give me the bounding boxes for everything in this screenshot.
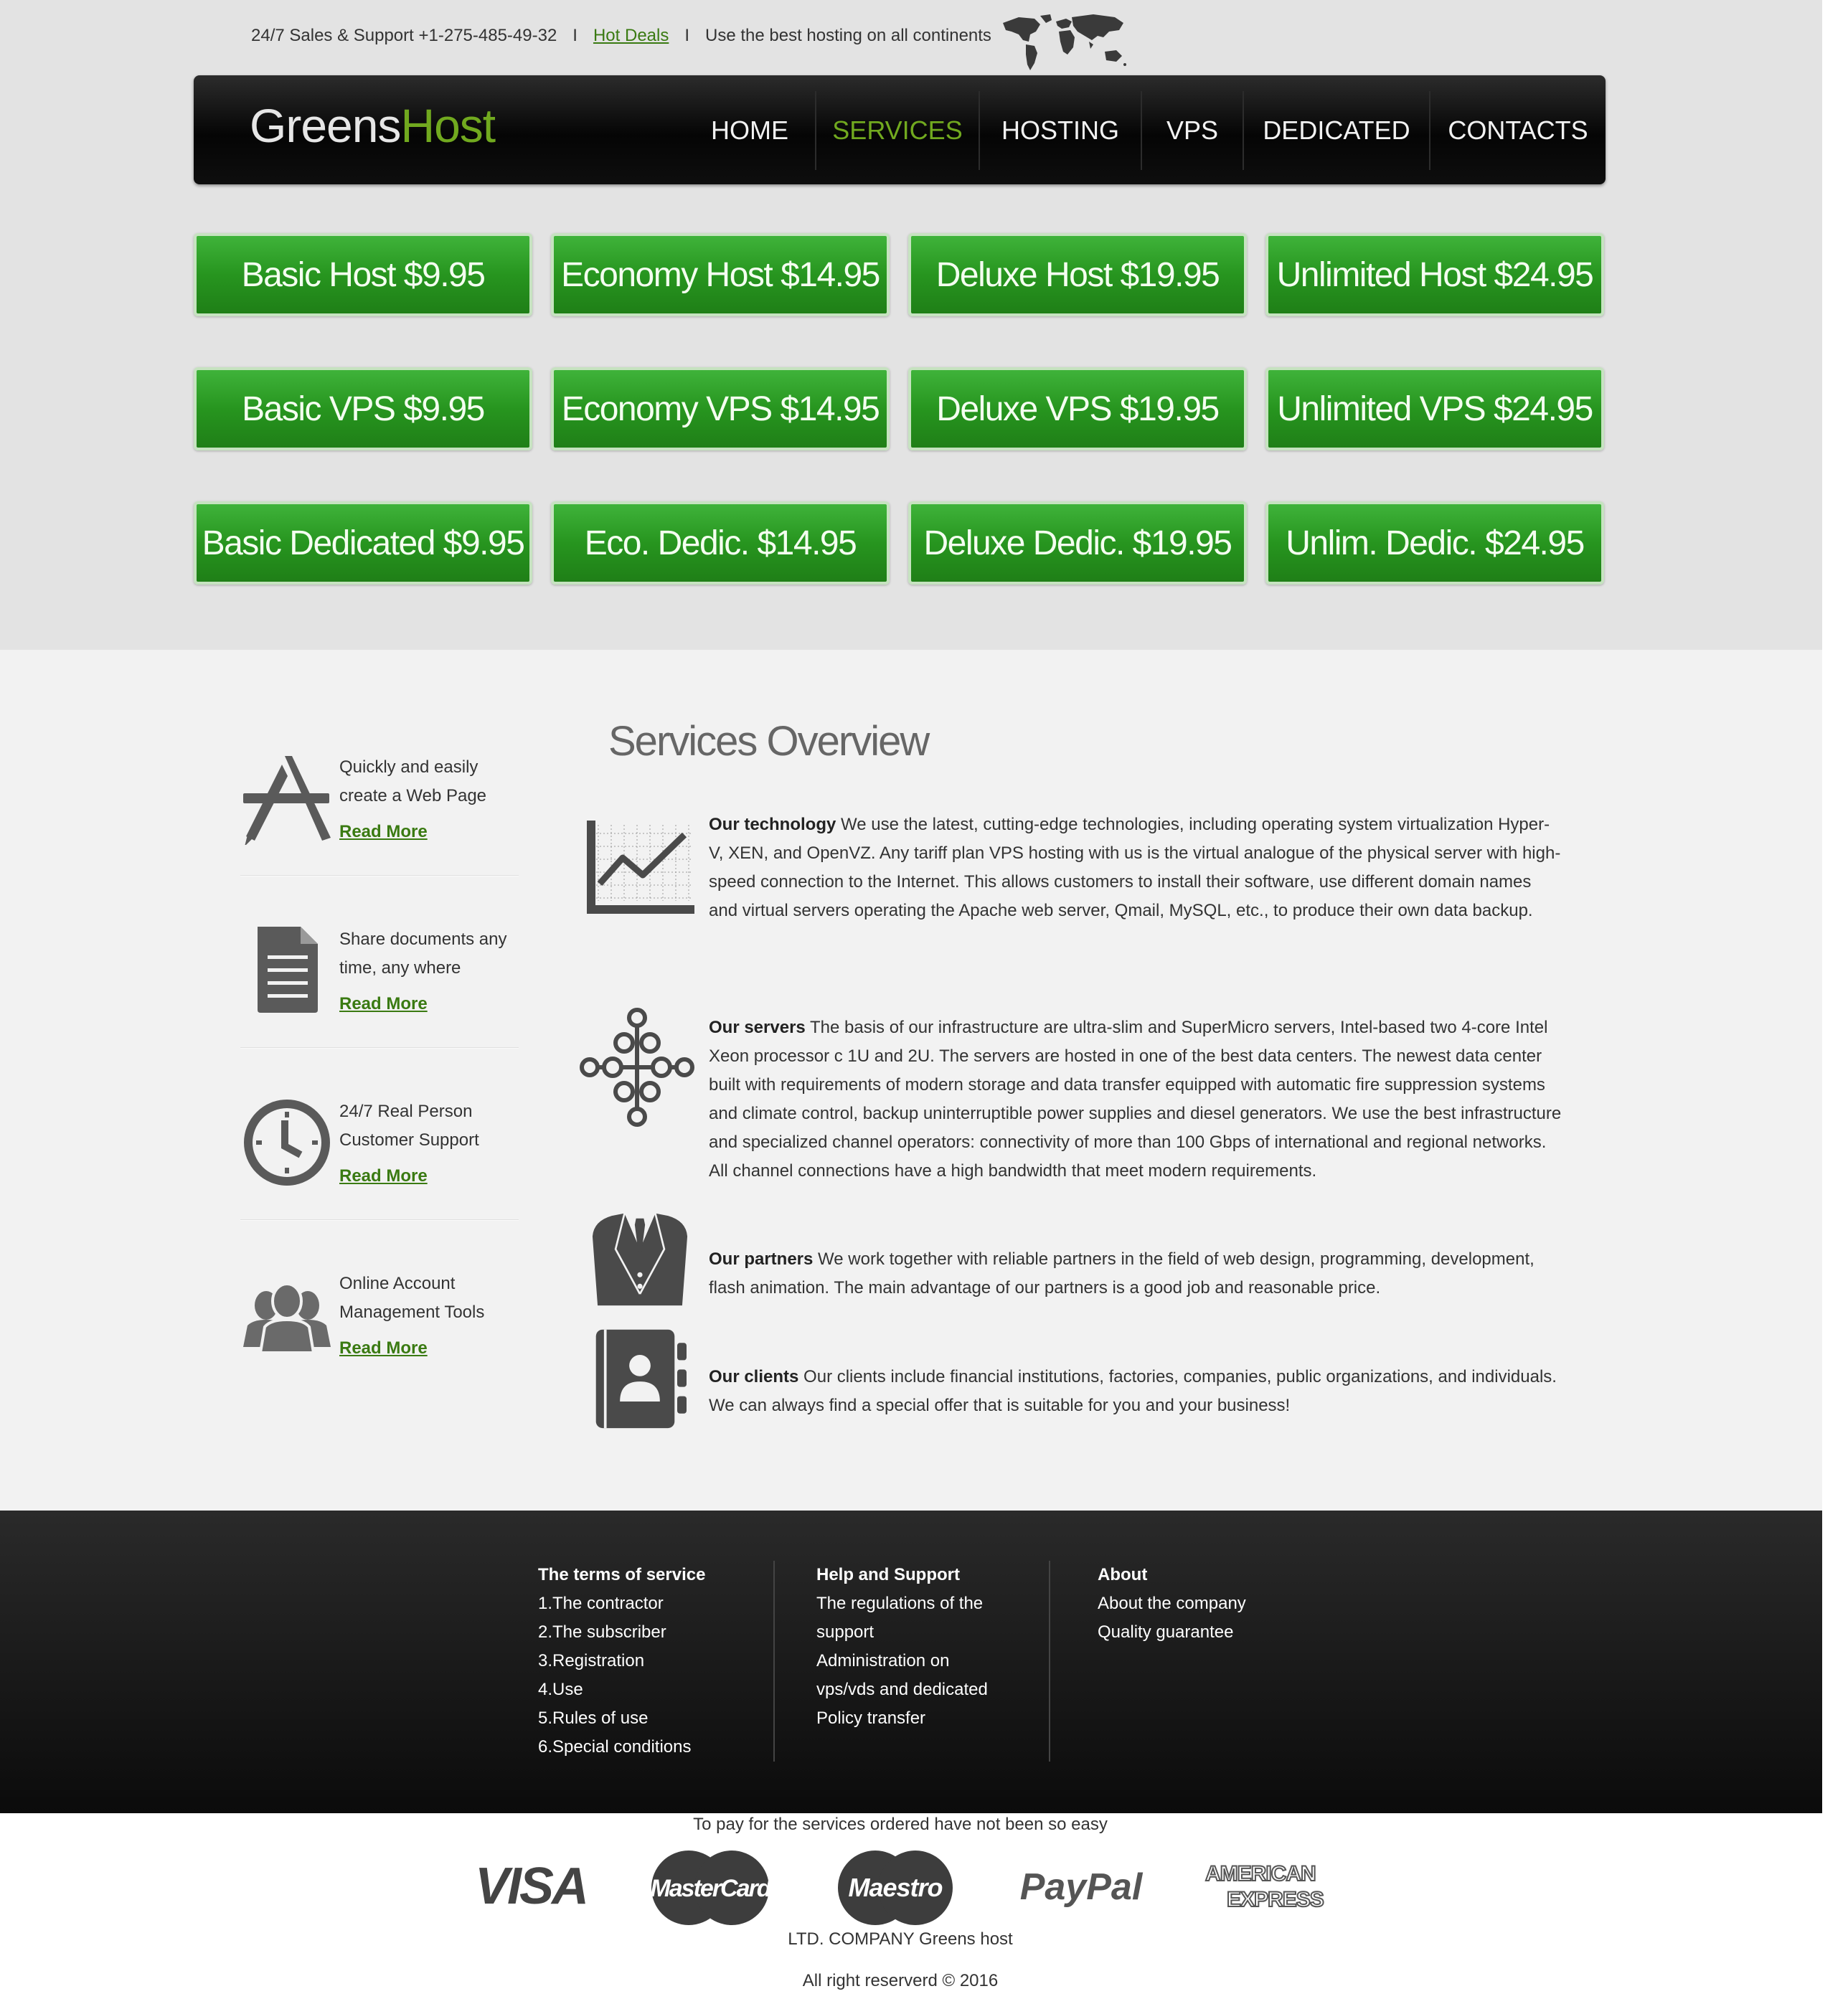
read-more-link[interactable]: Read More: [339, 1166, 428, 1186]
footer-column-help: Help and Support The regulations of the …: [816, 1561, 1003, 1733]
contacts-book-icon: [595, 1329, 687, 1429]
footer-link[interactable]: 5.Rules of use: [538, 1704, 768, 1733]
svg-text:PayPal: PayPal: [1020, 1866, 1144, 1908]
feature-text: Quickly and easily create a Web Page: [339, 757, 487, 805]
footer-heading: About: [1098, 1565, 1148, 1584]
nav-contacts[interactable]: CONTACTS: [1429, 91, 1606, 170]
tagline: Use the best hosting on all continents: [705, 26, 991, 45]
svg-text:VISA: VISA: [475, 1858, 587, 1915]
divider: [240, 875, 519, 876]
feature-item: 24/7 Real Person Customer Support Read M…: [240, 1090, 519, 1234]
plan-button[interactable]: Deluxe Host $19.95: [908, 233, 1247, 316]
app-store-icon: [243, 756, 331, 845]
feature-text: 24/7 Real Person Customer Support: [339, 1102, 479, 1150]
footer-divider: [1049, 1561, 1050, 1762]
network-icon: [580, 1008, 694, 1127]
world-map-icon: [1003, 14, 1126, 70]
footer-heading: Help and Support: [816, 1565, 960, 1584]
feature-text: Share documents any time, any where: [339, 930, 507, 978]
overview-heading: Our servers: [709, 1018, 806, 1037]
footer-divider: [773, 1561, 775, 1762]
overview-text: Our clients Our clients include financia…: [709, 1363, 1562, 1420]
payment-note: To pay for the services ordered have not…: [693, 1815, 1108, 1834]
payment-cards: VISA MasterCard Maestro PayPal AMERICAN …: [466, 1849, 1342, 1928]
plan-button[interactable]: Unlim. Dedic. $24.95: [1265, 501, 1604, 585]
nav-home[interactable]: HOME: [684, 91, 815, 170]
nav-dedicated[interactable]: DEDICATED: [1243, 91, 1429, 170]
plan-button[interactable]: Unlimited VPS $24.95: [1265, 367, 1604, 450]
nav-services[interactable]: SERVICES: [815, 91, 979, 170]
overview-text: Our servers The basis of our infrastruct…: [709, 1013, 1562, 1186]
divider: [240, 1047, 519, 1049]
footer-link[interactable]: The regulations of the support: [816, 1589, 1003, 1647]
hot-deals-link[interactable]: Hot Deals: [593, 26, 669, 46]
plan-button[interactable]: Economy Host $14.95: [551, 233, 890, 316]
footer-link[interactable]: Policy transfer: [816, 1704, 1003, 1733]
footer-link[interactable]: About the company: [1098, 1589, 1327, 1618]
plan-button[interactable]: Deluxe Dedic. $19.95: [908, 501, 1247, 585]
footer-link[interactable]: Quality guarantee: [1098, 1618, 1327, 1647]
separator: I: [572, 26, 578, 45]
footer-link[interactable]: 1.The contractor: [538, 1589, 768, 1618]
feature-item: Share documents any time, any where Read…: [240, 918, 519, 1062]
footer-link[interactable]: 2.The subscriber: [538, 1618, 768, 1647]
suit-icon: [592, 1213, 688, 1306]
footer-link[interactable]: 4.Use: [538, 1675, 768, 1704]
copyright: All right reserverd © 2016: [802, 1971, 999, 1990]
feature-text: Online Account Management Tools: [339, 1274, 485, 1322]
svg-text:Maestro: Maestro: [848, 1873, 942, 1902]
overview-text: Our technology We use the latest, cuttin…: [709, 810, 1562, 925]
users-icon: [243, 1282, 331, 1354]
overview-heading: Our partners: [709, 1249, 814, 1269]
logo[interactable]: GreensHost: [250, 98, 496, 153]
nav-vps[interactable]: VPS: [1141, 91, 1243, 170]
nav-menu: HOME SERVICES HOSTING VPS DEDICATED CONT…: [684, 91, 1606, 170]
plan-button[interactable]: Economy VPS $14.95: [551, 367, 890, 450]
overview-body: The basis of our infrastructure are ultr…: [709, 1018, 1562, 1181]
american-express-logo: AMERICAN EXPRESS: [1204, 1861, 1325, 1912]
svg-text:AMERICAN: AMERICAN: [1205, 1862, 1316, 1886]
paypal-logo: PayPal: [1020, 1866, 1144, 1908]
separator: I: [684, 26, 690, 45]
document-icon: [258, 927, 318, 1013]
mastercard-logo: MasterCard: [650, 1851, 774, 1925]
overview-body: We work together with reliable partners …: [709, 1249, 1534, 1298]
visa-logo: VISA: [475, 1858, 589, 1915]
svg-text:EXPRESS: EXPRESS: [1227, 1888, 1324, 1911]
footer-link[interactable]: Administration on vps/vds and dedicated: [816, 1647, 1003, 1704]
svg-text:MasterCard: MasterCard: [650, 1875, 772, 1902]
maestro-logo: Maestro: [838, 1851, 953, 1925]
nav-hosting[interactable]: HOSTING: [979, 91, 1141, 170]
overview-heading: Our technology: [709, 815, 836, 834]
plan-button[interactable]: Eco. Dedic. $14.95: [551, 501, 890, 585]
feature-item: Quickly and easily create a Web Page Rea…: [240, 746, 519, 889]
plan-button[interactable]: Deluxe VPS $19.95: [908, 367, 1247, 450]
plan-button[interactable]: Basic VPS $9.95: [194, 367, 532, 450]
chart-icon: [587, 821, 694, 914]
feature-item: Online Account Management Tools Read Mor…: [240, 1262, 519, 1406]
overview-body: We use the latest, cutting-edge technolo…: [709, 815, 1561, 920]
footer-column-terms: The terms of service 1.The contractor 2.…: [538, 1561, 768, 1762]
footer-link[interactable]: 6.Special conditions: [538, 1733, 768, 1762]
plan-button[interactable]: Basic Host $9.95: [194, 233, 532, 316]
footer-link[interactable]: 3.Registration: [538, 1647, 768, 1675]
footer-column-about: About About the company Quality guarante…: [1098, 1561, 1327, 1647]
footer: The terms of service 1.The contractor 2.…: [0, 1511, 1822, 1813]
top-info-bar: 24/7 Sales & Support +1-275-485-49-32 I …: [251, 22, 991, 50]
read-more-link[interactable]: Read More: [339, 994, 428, 1014]
plan-button[interactable]: Basic Dedicated $9.95: [194, 501, 532, 585]
section-title: Services Overview: [608, 718, 930, 765]
footer-heading: The terms of service: [538, 1565, 706, 1584]
main-navbar: GreensHost HOME SERVICES HOSTING VPS DED…: [194, 75, 1606, 184]
company-name: LTD. COMPANY Greens host: [788, 1929, 1013, 1949]
clock-icon: [244, 1100, 330, 1186]
overview-heading: Our clients: [709, 1367, 799, 1386]
overview-body: Our clients include financial institutio…: [709, 1367, 1557, 1415]
plan-button[interactable]: Unlimited Host $24.95: [1265, 233, 1604, 316]
read-more-link[interactable]: Read More: [339, 1338, 428, 1358]
read-more-link[interactable]: Read More: [339, 822, 428, 842]
divider: [240, 1219, 519, 1221]
support-phone: 24/7 Sales & Support +1-275-485-49-32: [251, 26, 557, 45]
overview-text: Our partners We work together with relia…: [709, 1245, 1562, 1303]
